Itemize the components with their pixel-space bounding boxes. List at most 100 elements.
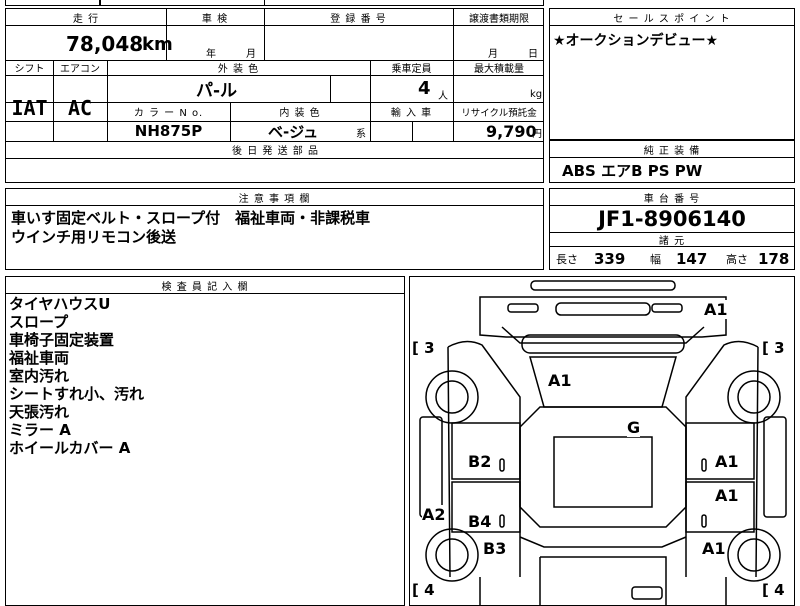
length-value: 339	[594, 250, 626, 268]
tire-depth-rear-right: [ 4	[762, 581, 785, 599]
equipment-text: ABS エアB PS PW	[562, 161, 703, 180]
inspection-year-label: 年	[206, 48, 216, 60]
top-strip-cell-1	[5, 0, 100, 6]
tire-depth-front-right: [ 3	[762, 339, 785, 357]
right-step	[763, 416, 787, 518]
mark-top-right: A1	[704, 300, 728, 319]
capacity-unit: 人	[438, 90, 448, 102]
recycle-deposit-unit: 円	[532, 128, 542, 140]
vehicle-outline-diagram	[419, 280, 787, 605]
chassis-number-header: 車 台 番 号	[643, 193, 701, 205]
equipment-box: 純 正 装 備 ABS エアB PS PW	[549, 140, 795, 183]
mark-right-rear-door: A1	[715, 486, 739, 505]
inspector-note: 福祉車両	[9, 349, 70, 367]
mark-left-rear-fender: B3	[483, 539, 507, 558]
inspector-note: 車椅子固定装置	[9, 331, 115, 349]
capacity-value: 4	[418, 78, 431, 99]
caution-box: 注 意 事 項 欄 車いす固定ベルト・スロープ付 福祉車両・非課税車 ウインチ用…	[5, 188, 544, 270]
rear-bumper-strip	[530, 280, 676, 291]
vehicle-info-table: 走 行 車 検 登 録 番 号 譲渡書類期限 78,048 km 年 月 月 日…	[5, 8, 544, 183]
caution-header: 注 意 事 項 欄	[238, 193, 311, 205]
aircon-header: エアコン	[60, 64, 100, 75]
rear-light	[555, 302, 651, 316]
caution-line-1: 車いす固定ベルト・スロープ付 福祉車両・非課税車	[11, 209, 371, 227]
inspector-note: 天張汚れ	[9, 403, 70, 421]
mark-hood: A1	[548, 371, 572, 390]
inspection-header: 車 検	[201, 13, 229, 25]
mark-left-front-door: B2	[468, 452, 492, 471]
interior-color-value: ベ-ジュ	[268, 122, 319, 141]
length-label: 長さ	[556, 253, 578, 266]
roof-outline	[519, 406, 687, 528]
caution-line-2: ウインチ用リモコン後送	[11, 228, 177, 246]
mileage-value: 78,048	[66, 32, 144, 56]
inspection-month-label: 月	[246, 48, 256, 60]
tire-rear-right	[727, 528, 781, 582]
width-label: 幅	[650, 253, 661, 266]
transfer-day-label: 日	[528, 48, 538, 60]
color-number-header: カ ラ ー N o.	[133, 108, 204, 119]
shift-value: IAT	[11, 96, 48, 120]
mark-left-side: A2	[422, 505, 446, 524]
height-label: 高さ	[726, 253, 748, 266]
left-handle-2	[499, 514, 505, 528]
inspector-notes-list: タイヤハウスU スロープ 車椅子固定装置 福祉車両 室内汚れ シートすれ小、汚れ…	[9, 295, 144, 457]
right-handle	[701, 458, 707, 472]
shift-header: シフト	[14, 64, 45, 75]
import-car-header: 輸 入 車	[390, 108, 433, 119]
color-number-value: NH875P	[134, 122, 203, 140]
later-shipped-parts-header: 後 日 発 送 部 品	[232, 146, 319, 157]
inspector-note: ホイールカバー A	[9, 439, 131, 457]
width-value: 147	[676, 250, 708, 268]
registration-header: 登 録 番 号	[330, 13, 387, 25]
recycle-deposit-header: リサイクル預託金	[461, 107, 537, 119]
mark-right-front-door: A1	[715, 452, 739, 471]
mileage-unit: km	[142, 33, 173, 55]
vehicle-diagram-box: A1 A1 G B2 B4 B3 A2 A1 A1 A1 [ 3 [ 3 [ 4…	[409, 276, 795, 606]
specs-header: 諸 元	[658, 235, 686, 247]
transfer-month-label: 月	[488, 48, 498, 60]
inspector-notes-header: 検 査 員 記 入 欄	[161, 281, 249, 293]
transfer-deadline-header: 譲渡書類期限	[469, 13, 529, 25]
inspector-notes-box: 検 査 員 記 入 欄 タイヤハウスU スロープ 車椅子固定装置 福祉車両 室内…	[5, 276, 405, 606]
height-value: 178	[758, 250, 790, 268]
right-handle-2	[701, 514, 707, 528]
top-strip-cell-2	[100, 0, 265, 6]
mileage-header: 走 行	[72, 13, 100, 25]
front-outline	[519, 536, 687, 605]
tire-rear-left	[425, 528, 479, 582]
sales-point-header: セ ー ル ス ポ イ ン ト	[613, 13, 731, 25]
exterior-color-value: パ-ル	[196, 81, 238, 101]
chassis-number-value: JF1-8906140	[598, 206, 746, 231]
inspector-note: スロープ	[9, 313, 69, 331]
roof-inner	[553, 436, 653, 508]
left-handle	[499, 458, 505, 472]
tire-depth-front-left: [ 3	[412, 339, 435, 357]
equipment-header: 純 正 装 備	[643, 145, 701, 157]
tire-front-left	[425, 370, 479, 424]
mark-right-rear-fender: A1	[702, 539, 726, 558]
left-step	[419, 416, 443, 518]
sales-point-box: セ ー ル ス ポ イ ン ト ★オークションデビュー★	[549, 8, 795, 140]
sales-point-text: ★オークションデビュー★	[553, 33, 719, 49]
max-load-header: 最大積載量	[474, 64, 524, 75]
tire-front-right	[727, 370, 781, 424]
max-load-unit: kg	[530, 88, 543, 100]
rear-spoiler	[507, 303, 539, 313]
rear-spoiler-2	[651, 303, 683, 313]
inspector-note: ミラー A	[9, 421, 71, 439]
aircon-value: AC	[67, 96, 93, 120]
interior-color-suffix: 系	[356, 128, 366, 140]
interior-color-header: 内 装 色	[279, 108, 321, 119]
inspector-note: シートすれ小、汚れ	[9, 385, 145, 403]
top-strip-cell-3	[264, 0, 544, 6]
inspector-note: 室内汚れ	[9, 367, 70, 385]
mark-left-rear-door: B4	[468, 512, 492, 531]
chassis-box: 車 台 番 号 JF1-8906140 諸 元 長さ 339 幅 147 高さ …	[549, 188, 795, 270]
recycle-deposit-value: 9,790	[486, 121, 537, 141]
tire-depth-rear-left: [ 4	[412, 581, 435, 599]
inspector-note: タイヤハウスU	[9, 295, 111, 313]
mark-roof: G	[627, 418, 641, 437]
front-grille	[631, 586, 663, 600]
exterior-color-header: 外 装 色	[217, 64, 260, 75]
